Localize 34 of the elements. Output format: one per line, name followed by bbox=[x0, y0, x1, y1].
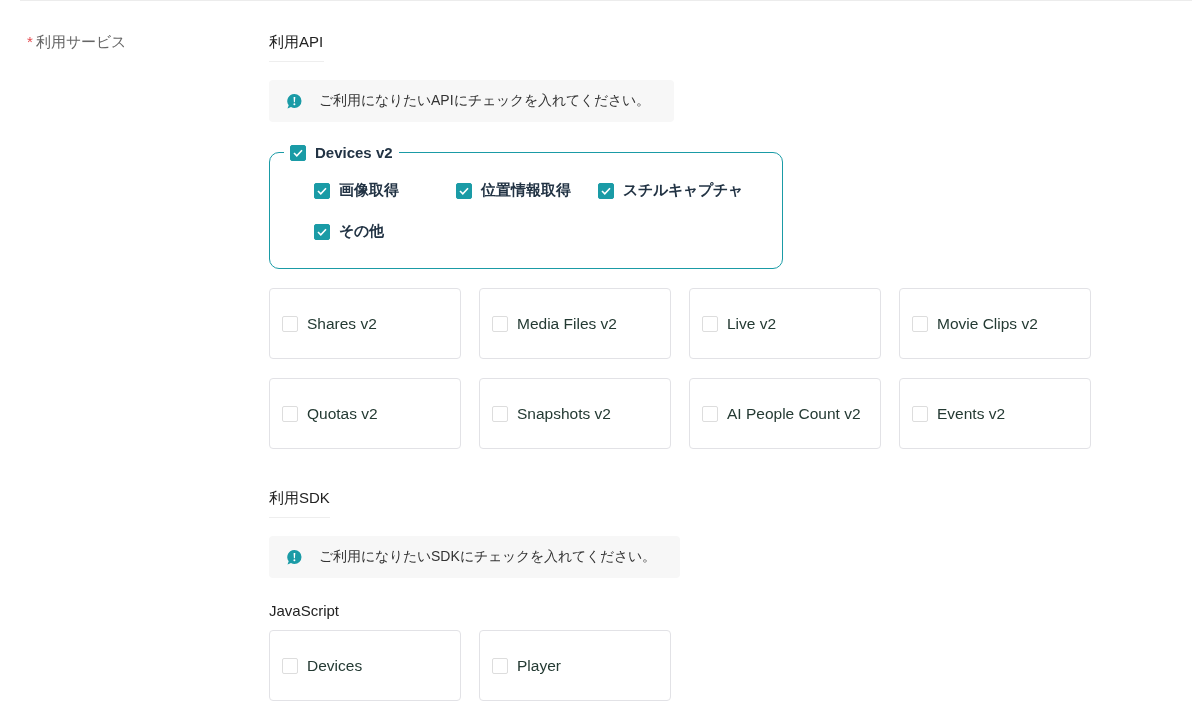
checkbox[interactable] bbox=[290, 144, 306, 161]
sub-option[interactable]: スチルキャプチャ bbox=[598, 181, 748, 200]
check-icon bbox=[601, 186, 611, 195]
checkbox[interactable] bbox=[314, 223, 330, 240]
option-card[interactable]: Player bbox=[479, 630, 671, 701]
option-card[interactable]: Events v2 bbox=[899, 378, 1091, 449]
option-card[interactable]: Movie Clips v2 bbox=[899, 288, 1091, 359]
check-icon bbox=[317, 227, 327, 236]
sdk-section-title: JavaScript bbox=[269, 601, 340, 621]
field-label-text: 利用サービス bbox=[35, 33, 126, 50]
checkbox[interactable] bbox=[598, 182, 614, 199]
option-card[interactable]: Media Files v2 bbox=[479, 288, 671, 359]
option-card[interactable]: Snapshots v2 bbox=[479, 378, 671, 449]
option-card[interactable]: Quotas v2 bbox=[269, 378, 461, 449]
section-heading: 利用API bbox=[269, 31, 324, 62]
check-icon bbox=[317, 186, 327, 195]
exclamation-bubble-icon bbox=[286, 548, 303, 566]
sub-option[interactable]: 画像取得 bbox=[314, 181, 454, 200]
sub-option[interactable]: その他 bbox=[314, 222, 454, 241]
option-card[interactable]: Live v2 bbox=[689, 288, 881, 359]
option-card[interactable]: Shares v2 bbox=[269, 288, 461, 359]
required-mark: * bbox=[27, 33, 33, 50]
sub-option[interactable]: 位置情報取得 bbox=[456, 181, 596, 200]
section-heading: 利用SDK bbox=[269, 487, 330, 518]
group-checkbox-label[interactable]: Devices v2 bbox=[284, 144, 399, 161]
check-icon bbox=[293, 148, 303, 157]
hint-text: ご利用になりたいAPIにチェックを入れてください。 bbox=[319, 92, 650, 110]
option-card[interactable]: Devices bbox=[269, 630, 461, 701]
exclamation-bubble-icon bbox=[286, 92, 303, 110]
option-card[interactable]: AI People Count v2 bbox=[689, 378, 881, 449]
checkbox[interactable] bbox=[314, 182, 330, 199]
hint-text: ご利用になりたいSDKにチェックを入れてください。 bbox=[319, 548, 656, 566]
check-icon bbox=[459, 186, 469, 195]
checkbox[interactable] bbox=[456, 182, 472, 199]
